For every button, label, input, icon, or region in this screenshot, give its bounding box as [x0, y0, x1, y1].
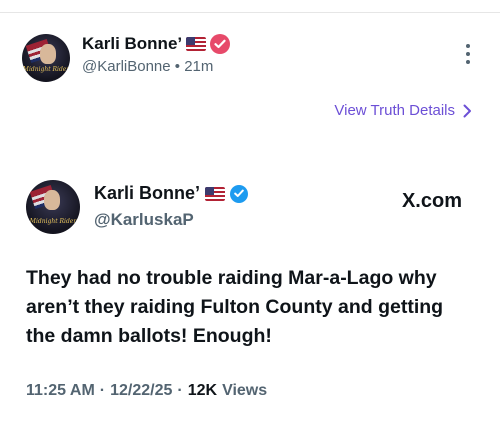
- view-truth-details-link[interactable]: View Truth Details: [334, 102, 472, 119]
- truth-verified-icon: [210, 34, 231, 54]
- chevron-right-icon: [463, 104, 471, 117]
- x-avatar-face-graphic: [44, 190, 60, 210]
- x-post-header: Midnight Rider Karli Bonne’ @KarluskaP X…: [26, 180, 476, 236]
- x-author-handle[interactable]: @KarluskaP: [94, 210, 194, 230]
- avatar-logo-text: Midnight Rider: [22, 66, 70, 73]
- us-flag-icon: [186, 37, 207, 51]
- x-author-name[interactable]: Karli Bonne’: [94, 183, 200, 204]
- avatar[interactable]: Midnight Rider: [22, 34, 70, 82]
- author-name-row: Karli Bonne’: [82, 34, 231, 54]
- separator-dot: •: [174, 58, 181, 75]
- meta-dot: ·: [177, 382, 183, 399]
- avatar-face-graphic: [40, 44, 56, 64]
- x-author-name-row: Karli Bonne’: [94, 183, 249, 204]
- x-verified-icon: [230, 184, 249, 203]
- x-avatar-logo-text: Midnight Rider: [29, 218, 77, 225]
- top-divider: [0, 12, 500, 13]
- x-avatar[interactable]: Midnight Rider: [26, 180, 80, 234]
- us-flag-icon: [205, 186, 226, 201]
- more-vertical-icon[interactable]: [458, 40, 478, 68]
- x-post-time[interactable]: 11:25 AM: [26, 382, 95, 400]
- truth-post-header: Midnight Rider Karli Bonne’ @KarliBonne …: [22, 30, 482, 86]
- post-time[interactable]: 21m: [184, 58, 213, 75]
- x-views-label: Views: [222, 382, 268, 399]
- x-post-date[interactable]: 12/22/25: [110, 382, 172, 400]
- x-post-text: They had no trouble raiding Mar-a-Lago w…: [26, 267, 444, 347]
- author-handle[interactable]: @KarliBonne: [82, 58, 171, 75]
- x-brand-label[interactable]: X.com: [402, 190, 462, 213]
- author-handle-row: @KarliBonne • 21m: [82, 58, 213, 75]
- author-name[interactable]: Karli Bonne’: [82, 34, 182, 54]
- x-post-meta: 11:25 AM · 12/22/25 · 12K Views: [26, 382, 267, 400]
- meta-dot: ·: [99, 382, 106, 399]
- x-views-count: 12K: [187, 382, 218, 399]
- view-truth-details-label: View Truth Details: [334, 102, 455, 119]
